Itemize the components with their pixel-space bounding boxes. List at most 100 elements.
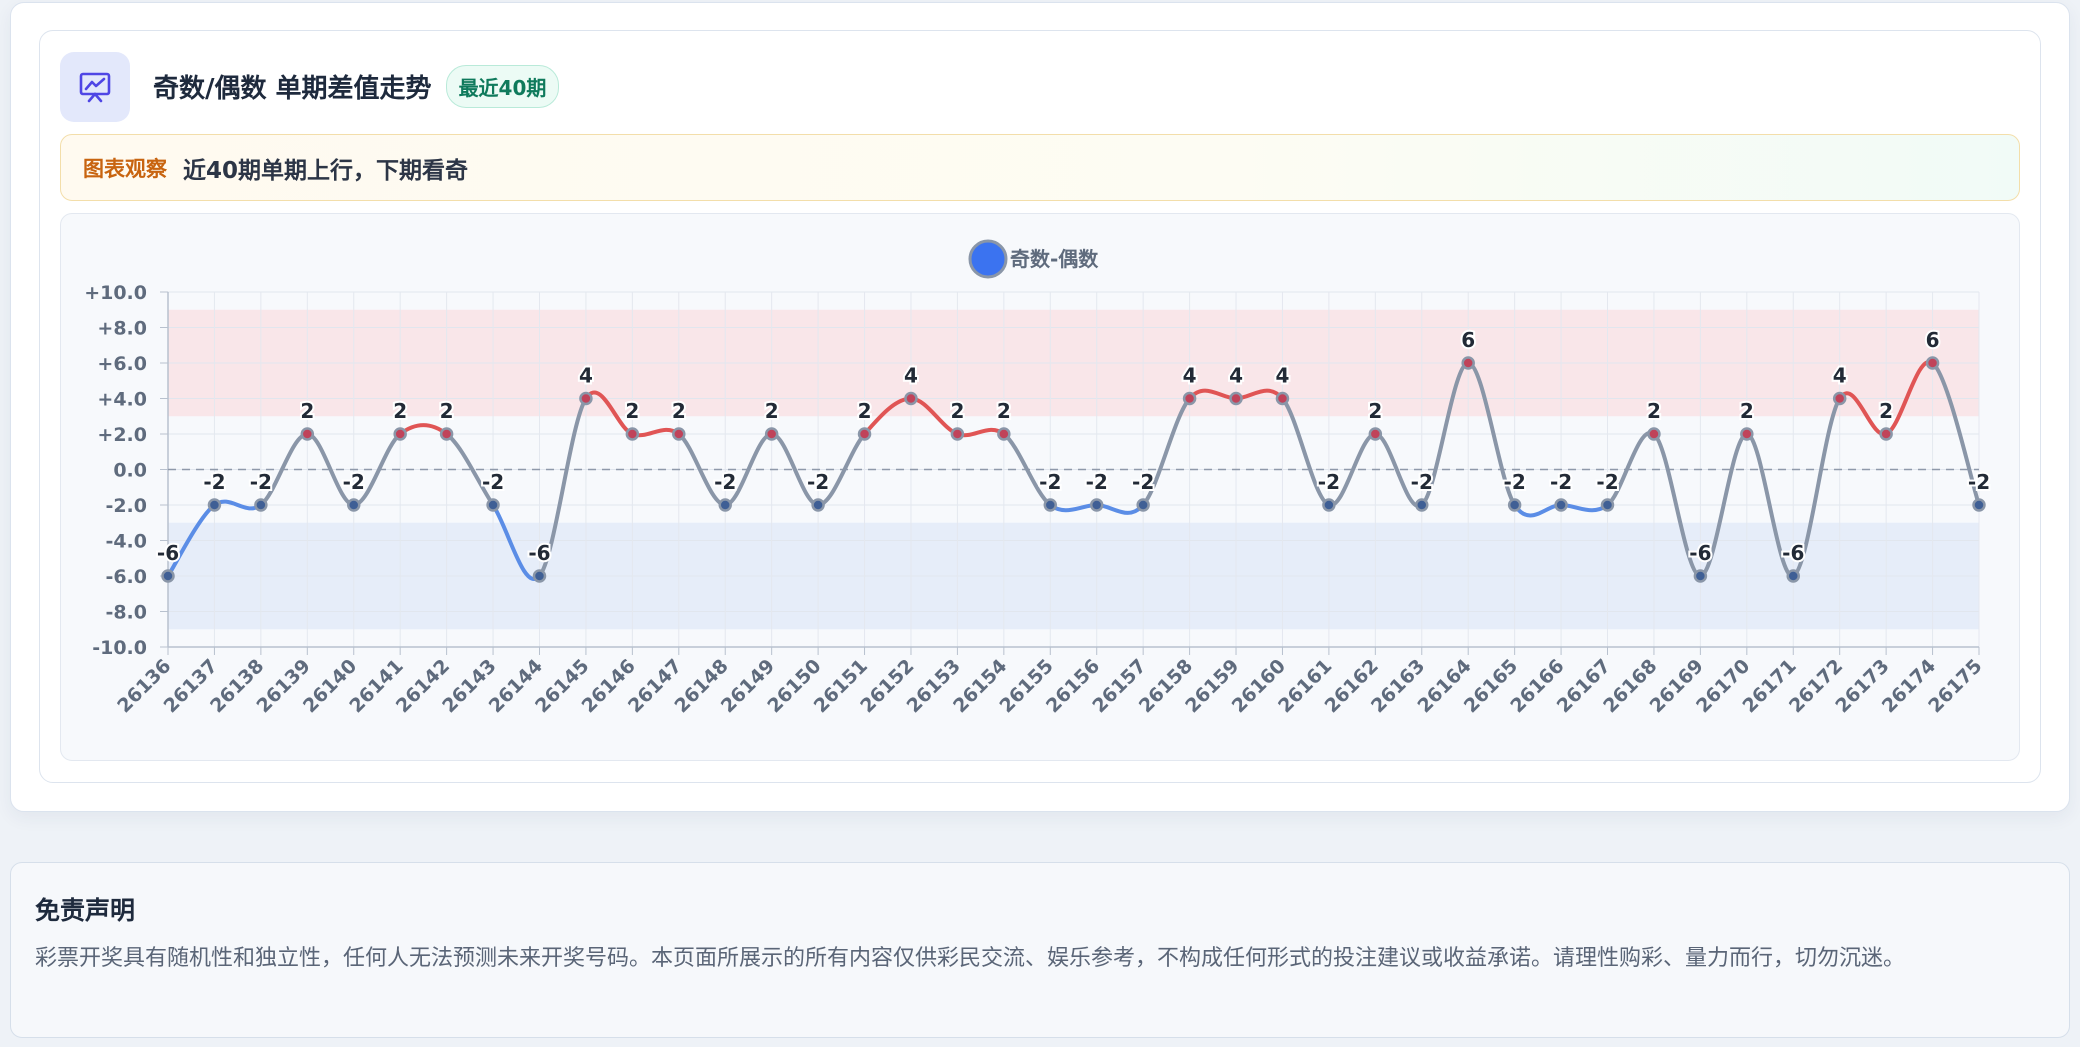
data-point <box>672 427 686 441</box>
series-line-segment <box>1559 503 1610 513</box>
data-point <box>718 498 732 512</box>
disclaimer-box: 免责声明 彩票开奖具有随机性和独立性，任何人无法预测未来开奖号码。本页面所展示的… <box>10 862 2070 1038</box>
y-tick-label: +8.0 <box>97 318 147 340</box>
data-label: 2 <box>1368 399 1382 423</box>
data-label: 4 <box>1833 364 1847 388</box>
series-line-segment <box>1094 503 1146 515</box>
data-point <box>1693 569 1708 583</box>
data-label: -2 <box>1132 470 1154 494</box>
data-label: -2 <box>714 470 736 494</box>
data-label: -2 <box>250 470 272 494</box>
data-label: 4 <box>579 364 593 388</box>
y-tick-label: -10.0 <box>92 637 147 659</box>
data-label: 6 <box>1461 328 1475 352</box>
data-label: -6 <box>157 541 179 565</box>
legend-marker <box>968 239 1008 279</box>
data-point <box>857 427 872 441</box>
data-label: -2 <box>1550 470 1572 494</box>
data-label: -2 <box>1086 470 1108 494</box>
data-point <box>1740 427 1754 441</box>
data-label: -2 <box>1411 470 1433 494</box>
data-point <box>1089 498 1104 512</box>
data-label: 2 <box>300 399 314 423</box>
data-point <box>1925 356 1940 370</box>
data-label: 2 <box>950 399 964 423</box>
data-label: -2 <box>1596 470 1618 494</box>
data-point <box>811 498 825 512</box>
y-tick-label: 0.0 <box>113 460 147 482</box>
y-tick-label: -2.0 <box>105 495 147 517</box>
data-point <box>1832 391 1847 406</box>
data-label: -6 <box>1782 541 1804 565</box>
disclaimer-title: 免责声明 <box>35 896 136 925</box>
data-label: -2 <box>1504 470 1526 494</box>
data-point <box>1647 427 1661 441</box>
data-label: -2 <box>807 470 829 494</box>
data-point <box>300 427 315 441</box>
y-tick-label: -6.0 <box>105 566 147 588</box>
data-label: 4 <box>1229 364 1243 388</box>
series-line-segment <box>1048 503 1099 513</box>
data-point <box>393 427 407 441</box>
data-label: 2 <box>997 399 1011 423</box>
data-label: 2 <box>672 399 686 423</box>
data-point <box>1507 498 1522 512</box>
data-label: 2 <box>765 399 779 423</box>
data-point <box>486 498 500 512</box>
data-label: 4 <box>1276 364 1290 388</box>
y-tick-label: -4.0 <box>105 531 147 553</box>
data-point <box>439 427 454 441</box>
data-point <box>579 391 593 406</box>
data-point <box>1043 498 1058 512</box>
data-point <box>1879 427 1893 441</box>
data-label: 4 <box>1183 364 1197 388</box>
data-point <box>161 569 175 583</box>
data-label: -6 <box>1689 541 1711 565</box>
data-point <box>1136 498 1150 512</box>
data-point <box>1368 427 1383 441</box>
data-point <box>997 427 1011 441</box>
data-point <box>1229 391 1243 406</box>
data-label: -2 <box>1039 470 1061 494</box>
data-point <box>1600 498 1615 512</box>
data-point <box>1182 391 1197 406</box>
y-tick-label: +4.0 <box>97 389 147 411</box>
data-label: -2 <box>1968 470 1990 494</box>
data-point <box>346 498 361 512</box>
data-label: 2 <box>1879 399 1893 423</box>
y-tick-label: +2.0 <box>97 424 147 446</box>
data-label: -2 <box>203 470 225 494</box>
data-label: 2 <box>440 399 454 423</box>
data-label: -2 <box>343 470 365 494</box>
y-tick-label: +6.0 <box>97 353 147 375</box>
data-point <box>1275 391 1290 406</box>
data-label: 6 <box>1926 328 1940 352</box>
data-point <box>254 498 268 512</box>
y-tick-label: -8.0 <box>105 602 147 624</box>
data-point <box>904 391 918 406</box>
data-label: 2 <box>625 399 639 423</box>
data-label: 4 <box>904 364 918 388</box>
data-label: 2 <box>1647 399 1661 423</box>
data-label: -2 <box>1318 470 1340 494</box>
data-point <box>1554 498 1568 512</box>
data-point <box>1322 498 1336 512</box>
data-point <box>1461 356 1475 370</box>
data-label: 2 <box>393 399 407 423</box>
data-label: 2 <box>1740 399 1754 423</box>
data-point <box>625 427 640 441</box>
data-point <box>1786 569 1801 583</box>
data-label: 2 <box>858 399 872 423</box>
series-line-segment <box>398 423 449 436</box>
data-label: -6 <box>528 541 550 565</box>
series-line-segment <box>1512 503 1564 518</box>
legend-label: 奇数-偶数 <box>1010 247 1099 271</box>
data-point <box>1972 498 1986 512</box>
data-point <box>1415 498 1429 512</box>
data-point <box>764 427 779 441</box>
data-label: -2 <box>482 470 504 494</box>
data-point <box>950 427 965 441</box>
y-tick-label: +10.0 <box>84 282 147 304</box>
disclaimer-text: 彩票开奖具有随机性和独立性，任何人无法预测未来开奖号码。本页面所展示的所有内容仅… <box>35 946 1906 971</box>
difference-line-chart: +10.0 +8.0 +6.0 +4.0 +2.0 0.0 -2.0 -4.0 -6.0 -8.0… <box>84 239 1992 717</box>
